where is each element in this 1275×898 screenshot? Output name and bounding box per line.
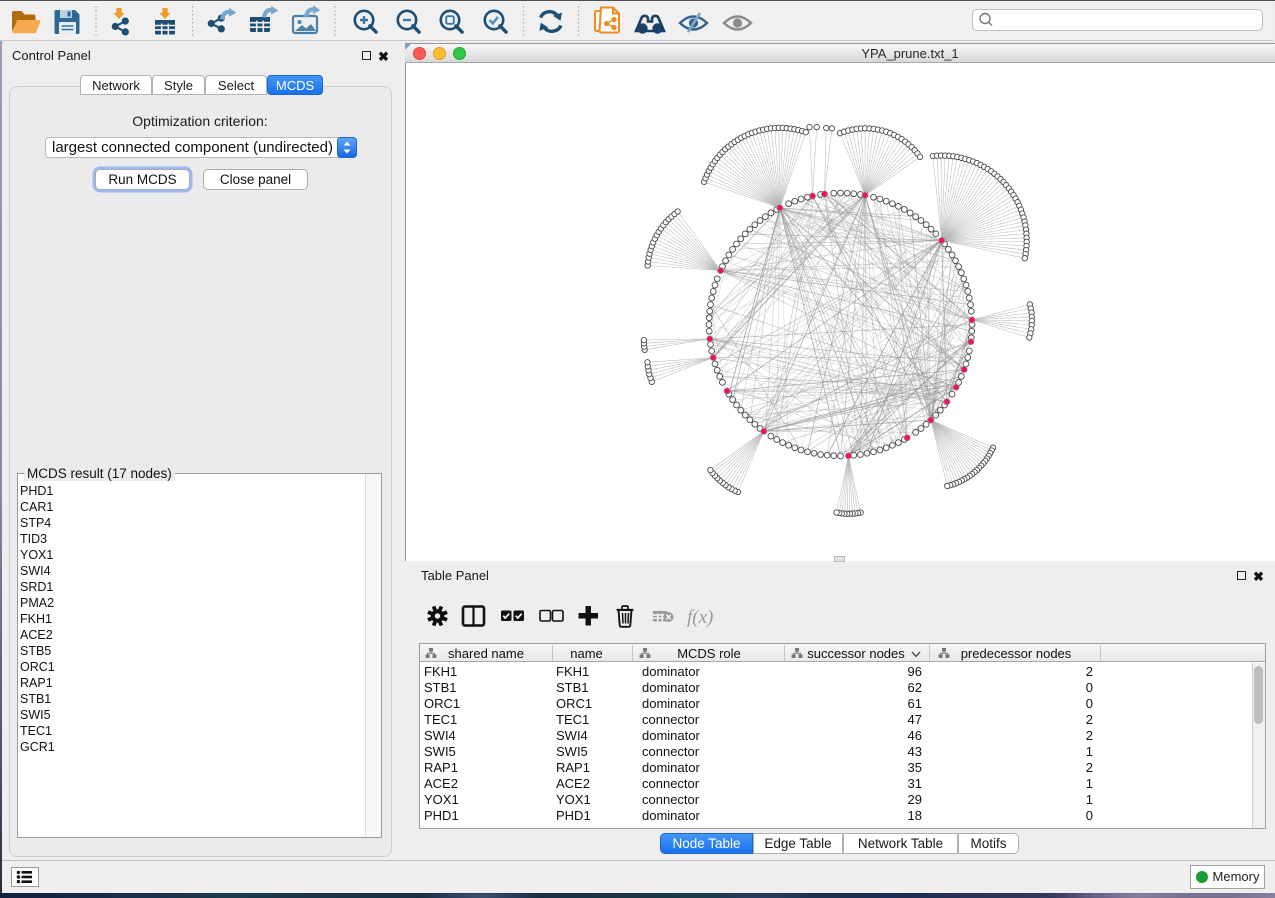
- svg-text:f(x): f(x): [687, 607, 713, 628]
